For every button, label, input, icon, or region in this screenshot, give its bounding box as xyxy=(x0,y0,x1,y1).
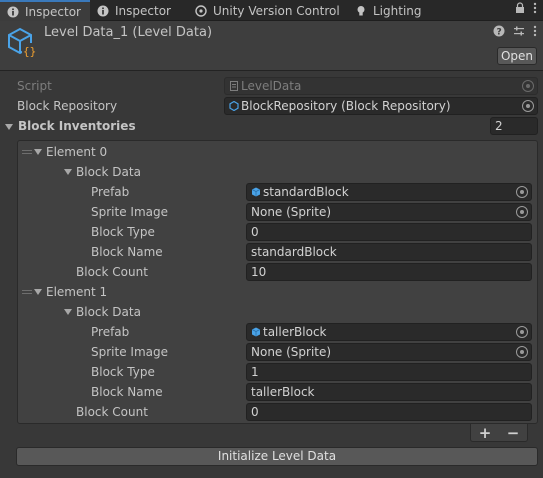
script-value: LevelData xyxy=(241,79,302,93)
block-type-label: Block Type xyxy=(91,365,155,379)
tab-lighting[interactable]: Lighting xyxy=(354,0,422,21)
sprite-image-label: Sprite Image xyxy=(91,345,168,359)
prefab-label: Prefab xyxy=(91,185,130,199)
prefab-value: tallerBlock xyxy=(263,325,327,339)
block-name-field[interactable]: standardBlock xyxy=(246,243,532,261)
kebab-menu-icon[interactable] xyxy=(533,2,537,17)
block-name-label: Block Name xyxy=(91,385,163,399)
sprite-image-field[interactable]: None (Sprite) xyxy=(246,343,532,361)
block-type-field[interactable]: 0 xyxy=(246,223,532,241)
array-size-field[interactable]: 2 xyxy=(490,117,538,135)
inspector-header: {} Level Data_1 (Level Data) ? Open xyxy=(0,21,543,71)
tab-inspector[interactable]: Inspector xyxy=(96,0,171,21)
script-label: Script xyxy=(17,79,52,93)
scriptable-object-icon: {} xyxy=(7,27,37,59)
foldout-arrow-icon[interactable] xyxy=(64,309,72,315)
foldout-arrow-icon[interactable] xyxy=(34,149,42,155)
tab-label: Inspector xyxy=(115,3,171,18)
tab-unity-version-control[interactable]: Unity Version Control xyxy=(194,0,340,21)
element-title[interactable]: Element 1 xyxy=(46,283,107,301)
sprite-image-value: None (Sprite) xyxy=(251,345,332,359)
block-data-label[interactable]: Block Data xyxy=(76,303,141,321)
info-icon xyxy=(96,4,110,18)
lock-icon[interactable] xyxy=(515,2,525,17)
scriptable-object-icon xyxy=(229,99,239,112)
sprite-image-field[interactable]: None (Sprite) xyxy=(246,203,532,221)
script-field: LevelData xyxy=(224,77,538,95)
foldout-arrow-icon[interactable] xyxy=(34,289,42,295)
block-repository-label: Block Repository xyxy=(17,99,118,113)
prefab-value: standardBlock xyxy=(263,185,349,199)
block-inventories-label[interactable]: Block Inventories xyxy=(18,117,136,135)
block-count-label: Block Count xyxy=(76,405,148,419)
help-icon[interactable]: ? xyxy=(493,25,505,40)
tab-tools xyxy=(515,2,537,17)
block-repository-value: BlockRepository (Block Repository) xyxy=(241,99,451,113)
sprite-image-label: Sprite Image xyxy=(91,205,168,219)
open-button[interactable]: Open xyxy=(497,47,537,65)
tab-label: Unity Version Control xyxy=(213,3,340,18)
object-picker-icon[interactable] xyxy=(516,346,528,358)
block-count-label: Block Count xyxy=(76,265,148,279)
block-data-label[interactable]: Block Data xyxy=(76,163,141,181)
foldout-arrow-icon[interactable] xyxy=(5,124,13,130)
script-file-icon xyxy=(229,79,239,91)
header-tools: ? xyxy=(493,25,537,40)
info-icon xyxy=(6,5,20,19)
object-picker-icon xyxy=(522,80,534,92)
tab-inspector-active[interactable]: Inspector xyxy=(0,0,90,22)
tab-label: Inspector xyxy=(25,5,81,19)
prefab-field[interactable]: tallerBlock xyxy=(246,323,532,341)
block-name-label: Block Name xyxy=(91,245,163,259)
kebab-menu-icon[interactable] xyxy=(533,25,537,40)
remove-element-button[interactable]: − xyxy=(507,424,520,442)
drag-handle-icon[interactable] xyxy=(22,150,32,156)
page-title: Level Data_1 (Level Data) xyxy=(44,25,213,40)
svg-text:{}: {} xyxy=(23,45,36,58)
block-count-field[interactable]: 10 xyxy=(246,263,532,281)
prefab-field[interactable]: standardBlock xyxy=(246,183,532,201)
block-name-field[interactable]: tallerBlock xyxy=(246,383,532,401)
lightbulb-icon xyxy=(354,4,368,18)
presets-icon[interactable] xyxy=(513,25,525,40)
element-title[interactable]: Element 0 xyxy=(46,143,107,161)
object-picker-icon[interactable] xyxy=(516,206,528,218)
tab-bar: Inspector Inspector Unity Version Contro… xyxy=(0,0,543,22)
initialize-level-data-button[interactable]: Initialize Level Data xyxy=(16,447,538,466)
list-controls: + − xyxy=(470,424,528,442)
drag-handle-icon[interactable] xyxy=(22,290,32,296)
block-count-field[interactable]: 0 xyxy=(246,403,532,421)
block-repository-field[interactable]: BlockRepository (Block Repository) xyxy=(224,97,538,115)
foldout-arrow-icon[interactable] xyxy=(64,169,72,175)
block-type-label: Block Type xyxy=(91,225,155,239)
version-control-icon xyxy=(194,4,208,18)
object-picker-icon[interactable] xyxy=(516,326,528,338)
object-picker-icon[interactable] xyxy=(522,100,534,112)
object-picker-icon[interactable] xyxy=(516,186,528,198)
prefab-cube-icon xyxy=(251,185,261,197)
prefab-label: Prefab xyxy=(91,325,130,339)
tab-label: Lighting xyxy=(373,3,422,18)
prefab-cube-icon xyxy=(251,325,261,337)
add-element-button[interactable]: + xyxy=(479,424,492,442)
block-type-field[interactable]: 1 xyxy=(246,363,532,381)
sprite-image-value: None (Sprite) xyxy=(251,205,332,219)
svg-text:?: ? xyxy=(497,28,502,38)
